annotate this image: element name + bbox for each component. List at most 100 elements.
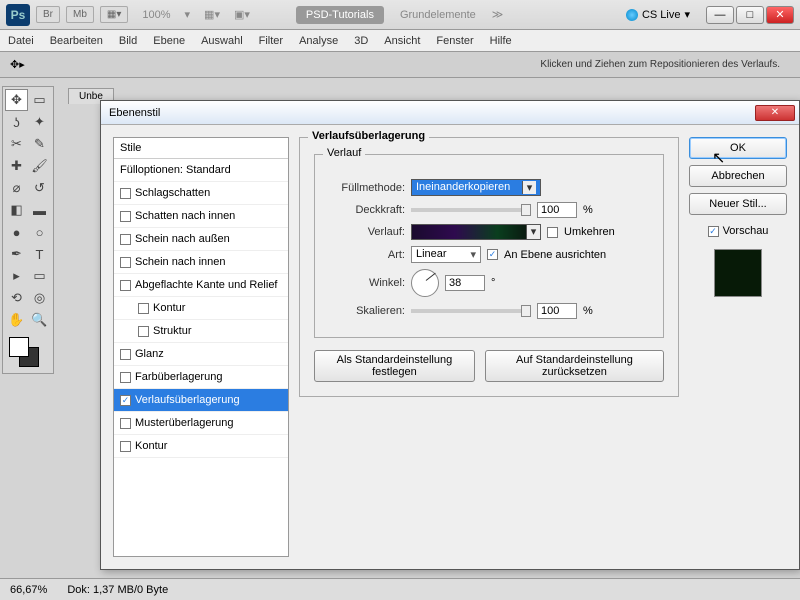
style-item[interactable]: Schlagschatten	[114, 182, 288, 205]
window-maximize-button[interactable]: □	[736, 6, 764, 24]
style-checkbox[interactable]	[120, 280, 131, 291]
style-checkbox[interactable]	[120, 211, 131, 222]
style-checkbox[interactable]	[138, 326, 149, 337]
ok-button[interactable]: OK	[689, 137, 787, 159]
menu-filter[interactable]: Filter	[259, 35, 283, 47]
style-item[interactable]: Kontur	[114, 435, 288, 458]
screen-mode-button[interactable]: ▣▾	[234, 8, 250, 21]
menu-3d[interactable]: 3D	[354, 35, 368, 47]
style-item[interactable]: Glanz	[114, 343, 288, 366]
style-item[interactable]: Schein nach innen	[114, 251, 288, 274]
gradient-picker[interactable]: ▾	[411, 224, 541, 240]
menu-ansicht[interactable]: Ansicht	[384, 35, 420, 47]
blur-tool[interactable]: ●	[5, 221, 28, 243]
blend-mode-select[interactable]: Ineinanderkopieren ▾	[411, 179, 541, 196]
zoom-dropdown-icon[interactable]: ▾	[185, 8, 191, 21]
3d-tool[interactable]: ⟲	[5, 287, 28, 309]
style-checkbox[interactable]	[120, 372, 131, 383]
window-minimize-button[interactable]: —	[706, 6, 734, 24]
style-item[interactable]: ✓Verlaufsüberlagerung	[114, 389, 288, 412]
color-swatches[interactable]	[5, 335, 51, 371]
style-checkbox[interactable]	[120, 188, 131, 199]
cslive-dropdown-icon[interactable]: ▾	[684, 8, 690, 21]
dialog-close-button[interactable]: ✕	[755, 105, 795, 121]
menu-datei[interactable]: Datei	[8, 35, 34, 47]
fill-options-item[interactable]: Fülloptionen: Standard	[114, 159, 288, 182]
style-checkbox[interactable]	[138, 303, 149, 314]
stamp-tool[interactable]: ⌀	[5, 177, 28, 199]
style-checkbox[interactable]	[120, 234, 131, 245]
window-close-button[interactable]: ✕	[766, 6, 794, 24]
heal-tool[interactable]: ✚	[5, 155, 28, 177]
cslive-label[interactable]: CS Live	[642, 9, 681, 21]
opacity-slider[interactable]	[411, 208, 531, 212]
status-zoom[interactable]: 66,67%	[10, 584, 47, 596]
scale-slider[interactable]	[411, 309, 531, 313]
camera-tool[interactable]: ◎	[28, 287, 51, 309]
style-item[interactable]: Schein nach außen	[114, 228, 288, 251]
zoom-level[interactable]: 100%	[142, 9, 170, 21]
eraser-tool[interactable]: ◧	[5, 199, 28, 221]
menu-hilfe[interactable]: Hilfe	[490, 35, 512, 47]
foreground-swatch[interactable]	[9, 337, 29, 357]
style-checkbox[interactable]	[120, 418, 131, 429]
brush-tool[interactable]: 🖌	[28, 155, 51, 177]
arrange-docs-button[interactable]: ▦▾	[204, 8, 220, 21]
style-item[interactable]: Schatten nach innen	[114, 205, 288, 228]
align-checkbox[interactable]: ✓	[487, 249, 498, 260]
shape-tool[interactable]: ▭	[28, 265, 51, 287]
opacity-input[interactable]	[537, 202, 577, 218]
status-doc-info[interactable]: Dok: 1,37 MB/0 Byte	[67, 584, 168, 596]
style-checkbox[interactable]: ✓	[120, 395, 131, 406]
history-brush-tool[interactable]: ↺	[28, 177, 51, 199]
wand-tool[interactable]: ✦	[28, 111, 51, 133]
workspace-more-icon[interactable]: ≫	[492, 8, 504, 21]
preview-checkbox[interactable]: ✓	[708, 226, 719, 237]
move-tool-icon[interactable]: ✥▸	[10, 58, 25, 71]
style-item[interactable]: Abgeflachte Kante und Relief	[114, 274, 288, 297]
move-tool[interactable]: ✥	[5, 89, 28, 111]
menu-analyse[interactable]: Analyse	[299, 35, 338, 47]
minibridge-button[interactable]: Mb	[66, 6, 94, 23]
angle-dial[interactable]	[411, 269, 439, 297]
menu-bild[interactable]: Bild	[119, 35, 137, 47]
reset-default-button[interactable]: Auf Standardeinstellung zurücksetzen	[485, 350, 664, 382]
gradient-tool[interactable]: ▬	[28, 199, 51, 221]
style-item[interactable]: Musterüberlagerung	[114, 412, 288, 435]
style-checkbox[interactable]	[120, 349, 131, 360]
path-tool[interactable]: ▸	[5, 265, 28, 287]
scale-input[interactable]	[537, 303, 577, 319]
style-item[interactable]: Farbüberlagerung	[114, 366, 288, 389]
style-item[interactable]: Kontur	[114, 297, 288, 320]
cancel-button[interactable]: Abbrechen	[689, 165, 787, 187]
reverse-checkbox[interactable]	[547, 227, 558, 238]
style-checkbox[interactable]	[120, 257, 131, 268]
style-checkbox[interactable]	[120, 441, 131, 452]
lasso-tool[interactable]: ʖ	[5, 111, 28, 133]
dialog-titlebar[interactable]: Ebenenstil ✕	[101, 101, 799, 125]
workspace-tab-active[interactable]: PSD-Tutorials	[296, 6, 384, 24]
style-select[interactable]: Linear ▾	[411, 246, 481, 263]
menu-fenster[interactable]: Fenster	[436, 35, 473, 47]
menu-bearbeiten[interactable]: Bearbeiten	[50, 35, 103, 47]
menu-ebene[interactable]: Ebene	[153, 35, 185, 47]
styles-header[interactable]: Stile	[114, 138, 288, 159]
workspace-tab[interactable]: Grundelemente	[400, 9, 476, 21]
new-style-button[interactable]: Neuer Stil...	[689, 193, 787, 215]
menu-auswahl[interactable]: Auswahl	[201, 35, 243, 47]
marquee-tool[interactable]: ▭	[28, 89, 51, 111]
type-tool[interactable]: T	[28, 243, 51, 265]
app-top-bar: Ps Br Mb ▦▾ 100% ▾ ▦▾ ▣▾ PSD-Tutorials G…	[0, 0, 800, 30]
dodge-tool[interactable]: ○	[28, 221, 51, 243]
style-item[interactable]: Struktur	[114, 320, 288, 343]
hand-tool[interactable]: ✋	[5, 309, 28, 331]
eyedropper-tool[interactable]: ✎	[28, 133, 51, 155]
set-default-button[interactable]: Als Standardeinstellung festlegen	[314, 350, 475, 382]
style-item-label: Kontur	[153, 302, 185, 314]
crop-tool[interactable]: ✂	[5, 133, 28, 155]
pen-tool[interactable]: ✒	[5, 243, 28, 265]
view-extras-button[interactable]: ▦▾	[100, 6, 128, 23]
angle-input[interactable]	[445, 275, 485, 291]
zoom-tool[interactable]: 🔍	[28, 309, 51, 331]
bridge-button[interactable]: Br	[36, 6, 60, 23]
